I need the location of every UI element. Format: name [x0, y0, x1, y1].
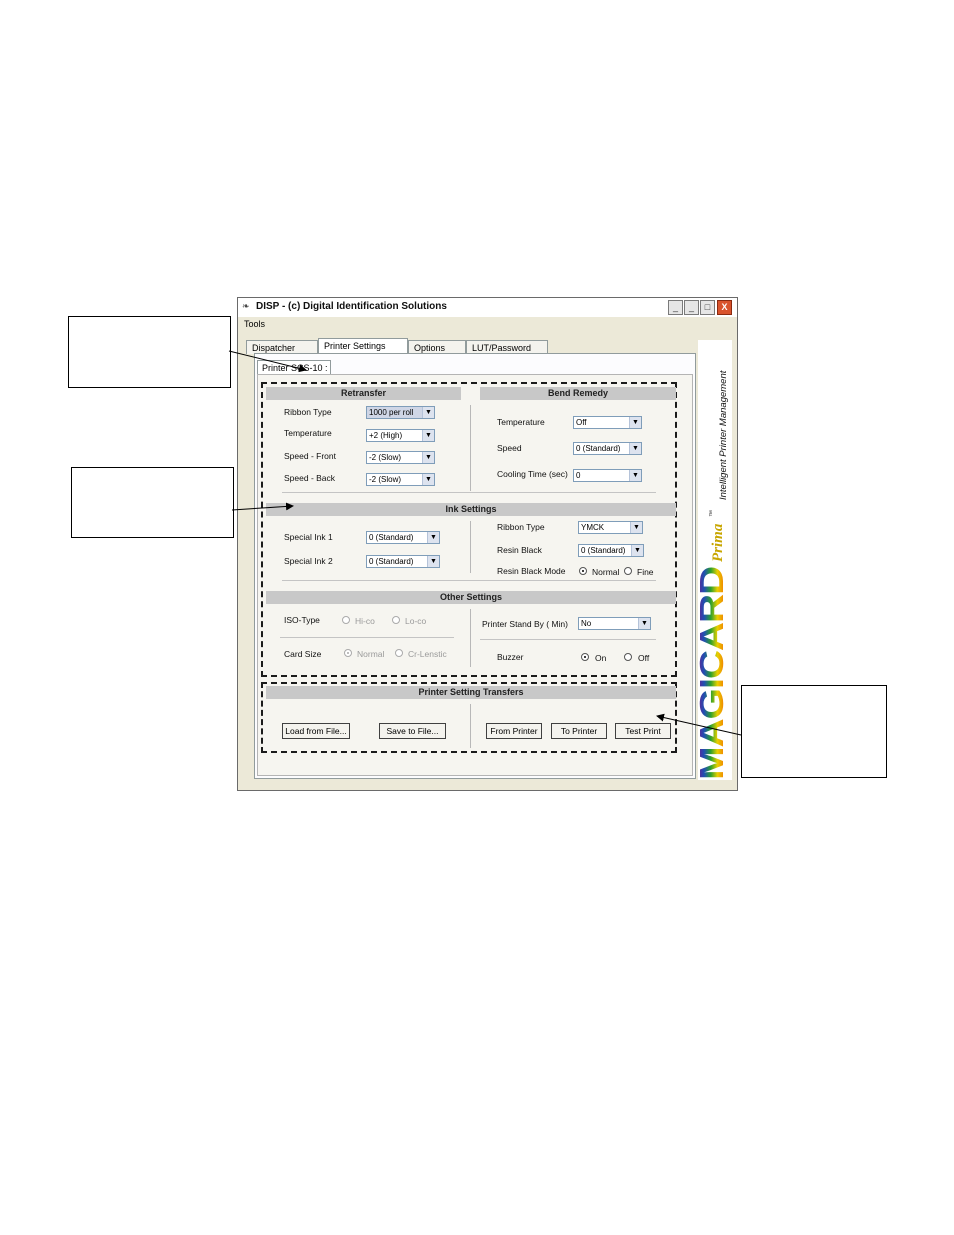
- arrow-to-printer-tab: [228, 350, 307, 373]
- arrow-to-ink-settings: [231, 502, 294, 511]
- annotation-arrows: [228, 350, 742, 736]
- arrow-to-transfers: [656, 713, 742, 736]
